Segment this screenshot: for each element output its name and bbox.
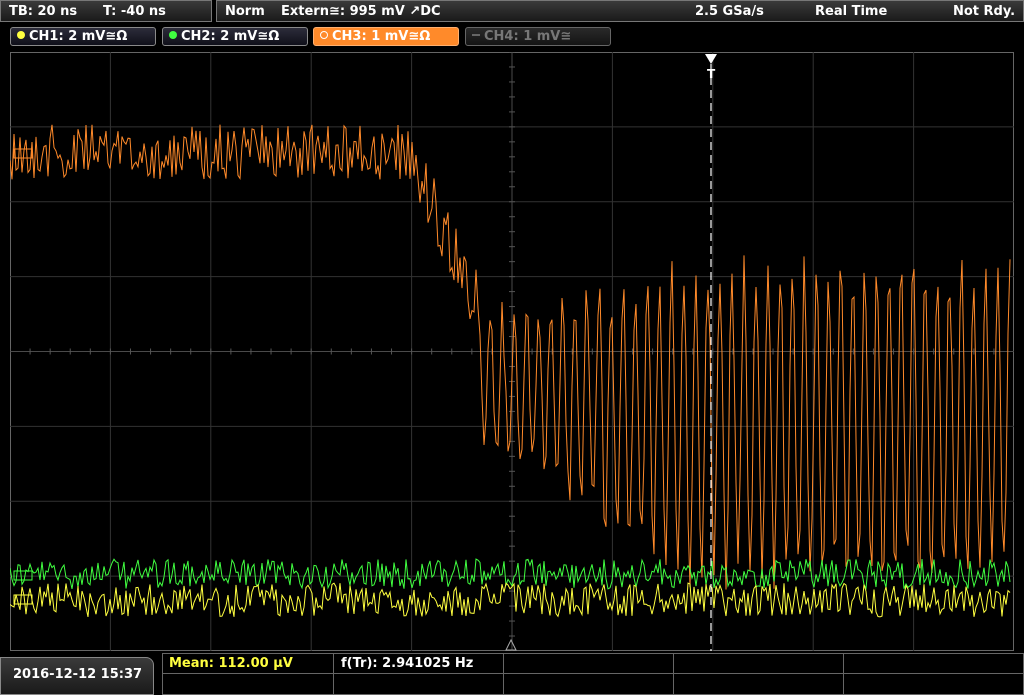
trigger-time-label: T: -40 ns [103, 4, 166, 19]
trigger-mode: Norm [225, 4, 265, 19]
channel-3-label: CH3: 1 mV≅Ω [332, 29, 431, 44]
measurement-panel[interactable]: Mean: 112.00 µV f(Tr): 2.941025 Hz [162, 653, 1024, 695]
channel-4-off-icon [472, 34, 480, 36]
acquisition-status: Not Rdy. [953, 4, 1016, 19]
mean-measurement: Mean: 112.00 µV [169, 656, 293, 671]
acquisition-mode: Real Time [815, 4, 888, 19]
trigger-source: Extern≅: 995 mV ↗DC [281, 4, 441, 19]
channel-bar: CH1: 2 mV≅Ω CH2: 2 mV≅Ω CH3: 1 mV≅Ω CH4:… [0, 24, 1024, 50]
channel-1-dot-icon [17, 31, 25, 39]
divider [673, 654, 674, 694]
timebase-box[interactable]: TB: 20 ns T: -40 ns [0, 0, 212, 22]
date-time-box: 2016-12-12 15:37 [0, 657, 154, 695]
divider [163, 673, 1023, 674]
channel-4-button[interactable]: CH4: 1 mV≅ [465, 27, 611, 46]
divider [503, 654, 504, 694]
channel-3-button[interactable]: CH3: 1 mV≅Ω [313, 27, 459, 46]
channel-3-dot-icon [320, 31, 328, 39]
divider [843, 654, 844, 694]
bottom-bar: 2016-12-12 15:37 Mean: 112.00 µV f(Tr): … [0, 651, 1024, 695]
channel-1-button[interactable]: CH1: 2 mV≅Ω [10, 27, 156, 46]
sample-rate: 2.5 GSa/s [695, 4, 764, 19]
acquisition-status-bar[interactable]: Norm Extern≅: 995 mV ↗DC 2.5 GSa/s Real … [216, 0, 1024, 22]
channel-1-label: CH1: 2 mV≅Ω [29, 29, 128, 44]
channel-2-dot-icon [169, 31, 177, 39]
channel-4-label: CH4: 1 mV≅ [484, 29, 572, 44]
channel-2-button[interactable]: CH2: 2 mV≅Ω [162, 27, 308, 46]
timebase-label: TB: 20 ns [9, 4, 78, 19]
trigger-t-icon: T [707, 67, 716, 81]
waveform-display[interactable]: T [10, 52, 1014, 651]
channel-2-label: CH2: 2 mV≅Ω [181, 29, 280, 44]
divider [333, 654, 334, 694]
waveform-grid: T [10, 52, 1014, 651]
top-bar: TB: 20 ns T: -40 ns Norm Extern≅: 995 mV… [0, 0, 1024, 24]
date-time-label: 2016-12-12 15:37 [13, 667, 143, 682]
frequency-measurement: f(Tr): 2.941025 Hz [341, 656, 474, 671]
